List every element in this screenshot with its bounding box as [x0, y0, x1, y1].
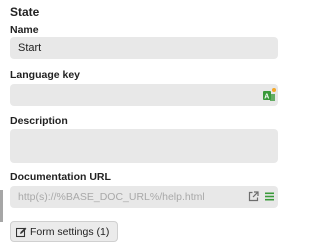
svg-text:A: A	[264, 94, 269, 101]
language-key-label: Language key	[10, 69, 81, 81]
name-field[interactable]: Start	[10, 37, 278, 59]
translate-icon[interactable]: A	[262, 88, 276, 102]
language-key-field[interactable]: A	[10, 84, 278, 106]
description-label: Description	[10, 115, 68, 127]
form-settings-label: Form settings (1)	[30, 226, 110, 238]
form-settings-button[interactable]: Form settings (1)	[10, 221, 118, 242]
section-title: State	[10, 5, 40, 19]
documentation-url-label: Documentation URL	[10, 171, 111, 183]
edit-icon	[16, 227, 27, 238]
name-value: Start	[18, 42, 42, 54]
scroll-strip	[0, 190, 3, 222]
documentation-url-field[interactable]: http(s)://%BASE_DOC_URL%/help.html	[10, 186, 278, 208]
menu-icon[interactable]	[264, 191, 275, 202]
external-link-icon[interactable]	[248, 191, 259, 202]
name-label: Name	[10, 24, 39, 36]
description-field[interactable]	[10, 129, 278, 163]
documentation-url-placeholder: http(s)://%BASE_DOC_URL%/help.html	[18, 191, 205, 203]
